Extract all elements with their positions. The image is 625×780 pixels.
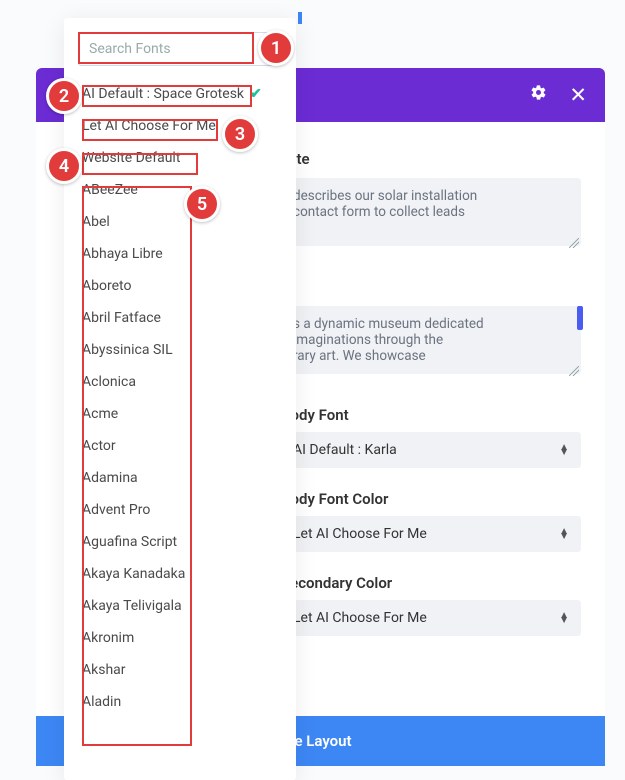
font-option[interactable]: Akaya Telivigala [64, 590, 296, 622]
font-option-label: Acme [82, 406, 118, 422]
font-option-label: Aguafina Script [82, 534, 177, 550]
font-option[interactable]: Adamina [64, 462, 296, 494]
font-option-label: Abel [82, 214, 110, 230]
optional-textarea[interactable] [281, 306, 581, 374]
font-option[interactable]: Aclonica [64, 366, 296, 398]
annotation-marker-4: 4 [46, 148, 82, 184]
font-option-label: Actor [82, 438, 116, 454]
font-option[interactable]: Aladin [64, 686, 296, 718]
body-font-color-value: Let AI Choose For Me [293, 526, 427, 542]
body-font-color-label: Body Font Color [281, 490, 581, 508]
font-option-label: Akaya Telivigala [82, 598, 182, 614]
font-option[interactable]: Aguafina Script [64, 526, 296, 558]
font-option[interactable]: Abel [64, 206, 296, 238]
font-option-default[interactable]: Website Default [64, 142, 296, 174]
body-font-value: AI Default : Karla [293, 442, 397, 458]
annotation-marker-3: 3 [222, 116, 258, 152]
font-option-label: Aboreto [82, 278, 131, 294]
font-option[interactable]: Acme [64, 398, 296, 430]
font-option[interactable]: Abhaya Libre [64, 238, 296, 270]
secondary-color-select[interactable]: Let AI Choose For Me ▲▼ [281, 600, 581, 636]
select-caret-icon: ▲▼ [559, 529, 569, 539]
secondary-color-label: Secondary Color [281, 574, 581, 592]
font-option-label: Let AI Choose For Me [82, 118, 216, 134]
font-option-label: Aclonica [82, 374, 136, 390]
font-option-label: Adamina [82, 470, 138, 486]
check-icon: ✔ [250, 86, 262, 102]
close-icon[interactable]: ✕ [569, 83, 587, 108]
search-input[interactable]: Search Fonts [78, 32, 282, 66]
create-textarea-wrap [281, 178, 581, 250]
font-option-label: AI Default : Space Grotesk [82, 86, 244, 102]
create-textarea[interactable] [281, 178, 581, 246]
font-option-label: Aladin [82, 694, 121, 710]
font-option-label: Akaya Kanadaka [82, 566, 185, 582]
resize-handle[interactable] [569, 238, 579, 248]
decorative-tick [298, 12, 302, 24]
font-option[interactable]: Abyssinica SIL [64, 334, 296, 366]
font-option[interactable]: Akaya Kanadaka [64, 558, 296, 590]
font-option[interactable]: Abril Fatface [64, 302, 296, 334]
scrollbar-thumb[interactable] [577, 306, 583, 330]
select-caret-icon: ▲▼ [559, 613, 569, 623]
select-caret-icon: ▲▼ [559, 445, 569, 455]
font-option-selected[interactable]: AI Default : Space Grotesk ✔ [64, 78, 296, 110]
body-font-label: Body Font [281, 406, 581, 424]
font-dropdown: Search Fonts AI Default : Space Grotesk … [64, 18, 296, 780]
body-font-color-select[interactable]: Let AI Choose For Me ▲▼ [281, 516, 581, 552]
font-option-label: Website Default [82, 150, 180, 166]
font-option[interactable]: Akshar [64, 654, 296, 686]
font-option-label: ABeeZee [82, 182, 138, 198]
secondary-color-value: Let AI Choose For Me [293, 610, 427, 626]
font-option-ai[interactable]: Let AI Choose For Me [64, 110, 296, 142]
optional-textarea-wrap [281, 306, 581, 378]
font-option[interactable]: ABeeZee [64, 174, 296, 206]
font-option-label: Akshar [82, 662, 126, 678]
search-placeholder: Search Fonts [89, 41, 171, 57]
font-option-label: Abril Fatface [82, 310, 161, 326]
font-option-label: Abyssinica SIL [82, 342, 173, 358]
font-option[interactable]: Aboreto [64, 270, 296, 302]
font-option[interactable]: Advent Pro [64, 494, 296, 526]
font-option-label: Abhaya Libre [82, 246, 163, 262]
font-list: AI Default : Space Grotesk ✔ Let AI Choo… [64, 74, 296, 722]
font-option[interactable]: Akronim [64, 622, 296, 654]
font-option-label: Advent Pro [82, 502, 150, 518]
gear-icon[interactable] [530, 84, 547, 106]
body-font-select[interactable]: AI Default : Karla ▲▼ [281, 432, 581, 468]
generate-layout-label: te Layout [289, 732, 351, 750]
font-option-label: Akronim [82, 630, 134, 646]
annotation-marker-1: 1 [258, 30, 294, 66]
resize-handle[interactable] [569, 366, 579, 376]
annotation-marker-5: 5 [184, 186, 220, 222]
font-option[interactable]: Actor [64, 430, 296, 462]
annotation-marker-2: 2 [46, 78, 82, 114]
